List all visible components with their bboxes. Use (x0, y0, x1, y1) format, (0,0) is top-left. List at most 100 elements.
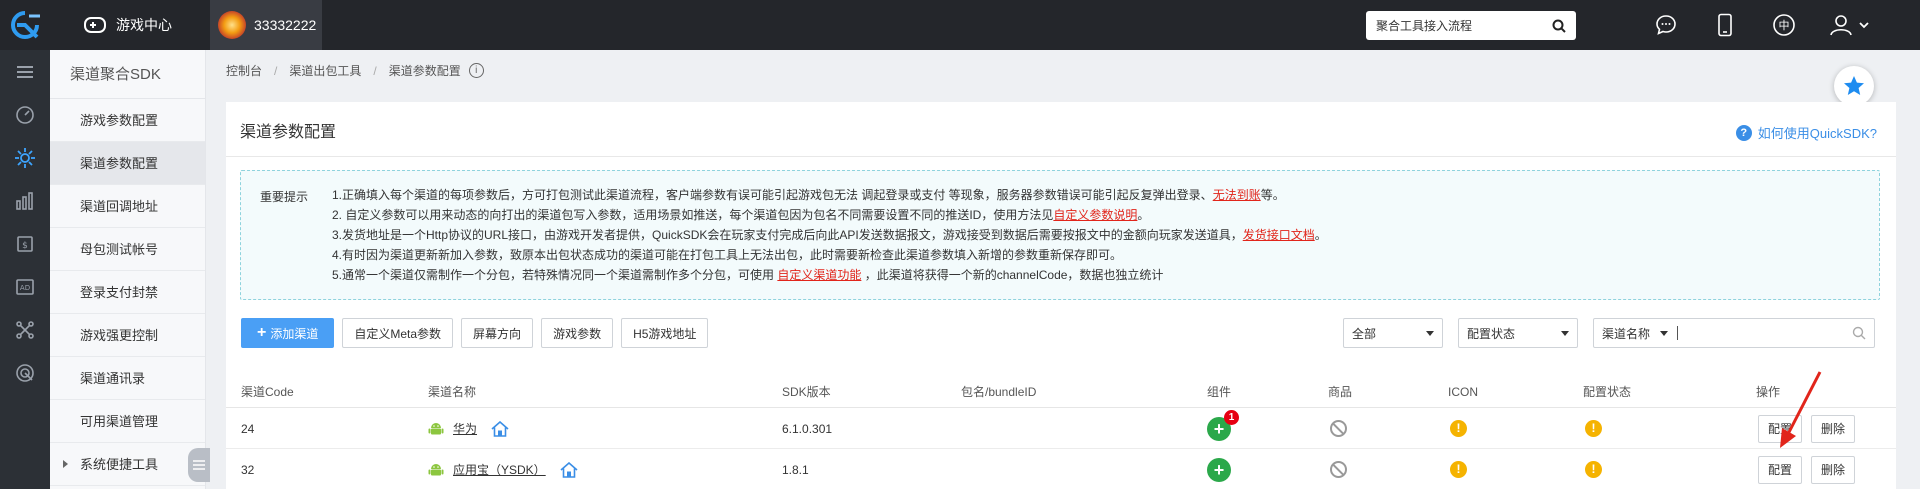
android-icon (428, 463, 444, 475)
subnav-item-system-tools[interactable]: 系统便捷工具 (50, 443, 205, 486)
custom-meta-button[interactable]: 自定义Meta参数 (342, 318, 454, 348)
component-cell: +1 (1207, 409, 1239, 448)
subnav-item-game-params[interactable]: 游戏参数配置 (50, 99, 205, 142)
link-no-arrival[interactable]: 无法到账 (1213, 188, 1261, 202)
svg-text:AD: AD (20, 284, 30, 292)
channel-name-link[interactable]: 应用宝（YSDK） (453, 461, 546, 478)
screen-orientation-button[interactable]: 屏幕方向 (461, 318, 534, 348)
notice-label: 重要提示 (260, 190, 309, 204)
help-link[interactable]: ? 如何使用QuickSDK? (1735, 123, 1877, 142)
subnav-item-test-account[interactable]: 母包测试帐号 (50, 228, 205, 271)
table-header: 渠道Code 渠道名称 SDK版本 包名/bundleID 组件 商品 ICON… (226, 376, 1896, 408)
subnav-item-ban[interactable]: 登录支付封禁 (50, 271, 205, 314)
warning-icon: ! (1585, 461, 1602, 478)
service-icon[interactable] (0, 351, 50, 394)
col-name: 渠道名称 (428, 385, 477, 399)
breadcrumb-separator: / (373, 63, 377, 78)
collapse-icon (193, 460, 205, 470)
subnav-item-contacts[interactable]: 渠道通讯录 (50, 357, 205, 400)
channel-name-link[interactable]: 华为 (453, 420, 477, 437)
icon-cell: ! (1450, 450, 1467, 489)
dashboard-icon[interactable] (0, 93, 50, 136)
game-id: 33332222 (254, 17, 317, 33)
warning-icon: ! (1450, 420, 1467, 437)
home-icon[interactable] (560, 461, 578, 478)
channel-code: 24 (241, 421, 255, 436)
main-panel: 渠道参数配置 ? 如何使用QuickSDK? 重要提示 1.正确填入每个渠道的每… (226, 102, 1896, 489)
col-status: 配置状态 (1583, 385, 1632, 399)
channel-search: 渠道名称 (1593, 318, 1875, 348)
current-game-tab[interactable]: 33332222 (210, 0, 322, 50)
ad-icon[interactable]: AD (0, 265, 50, 308)
add-component-button[interactable]: +1 (1207, 409, 1239, 441)
col-pkg: 包名/bundleID (961, 385, 1037, 399)
col-icon: ICON (1448, 384, 1478, 399)
search-icon[interactable] (1852, 326, 1866, 340)
android-icon (428, 422, 444, 434)
statistics-icon[interactable] (0, 179, 50, 222)
subnav-item-channel-params[interactable]: 渠道参数配置 (50, 142, 205, 185)
icon-rail: $ AD (0, 50, 50, 489)
status-cell: ! (1585, 409, 1602, 448)
filters: 全部 配置状态 渠道名称 (1343, 318, 1875, 348)
all-select[interactable]: 全部 (1343, 318, 1443, 348)
search-icon[interactable] (1552, 19, 1566, 33)
channel-code: 32 (241, 462, 255, 477)
favorite-button[interactable] (1834, 66, 1874, 106)
component-count-badge: 1 (1224, 409, 1239, 425)
icon-cell: ! (1450, 409, 1467, 448)
page-title: 渠道参数配置 (240, 124, 337, 141)
svg-text:$: $ (22, 241, 28, 251)
sdk-icon[interactable] (0, 136, 50, 179)
link-custom-channel[interactable]: 自定义渠道功能 (777, 268, 861, 282)
game-center-link[interactable]: 游戏中心 (84, 0, 172, 50)
tools-icon[interactable] (0, 308, 50, 351)
col-ops: 操作 (1756, 385, 1781, 399)
h5-url-button[interactable]: H5游戏地址 (621, 318, 709, 348)
subnav-item-callback-url[interactable]: 渠道回调地址 (50, 185, 205, 228)
add-component-button[interactable]: + (1207, 457, 1231, 482)
top-icons: 中 (1650, 0, 1902, 50)
subnav-item-system-tools-label: 系统便捷工具 (80, 457, 159, 472)
game-params-button[interactable]: 游戏参数 (541, 318, 614, 348)
top-search-input[interactable] (1376, 18, 1552, 33)
notice-line-2: 2. 自定义参数可以用来动态的向打出的渠道包写入参数，适用场景如推送，每个渠道包… (332, 208, 1150, 222)
subnav-item-available-channels[interactable]: 可用渠道管理 (50, 400, 205, 443)
sdk-version: 1.8.1 (782, 462, 809, 477)
info-icon[interactable]: i (468, 63, 484, 78)
top-search-box (1366, 11, 1576, 40)
game-center-label: 游戏中心 (116, 17, 172, 33)
important-notice: 重要提示 1.正确填入每个渠道的每项参数后，方可打包测试此渠道流程，客户端参数有… (240, 170, 1880, 300)
user-menu[interactable] (1827, 9, 1875, 41)
channel-search-input[interactable] (1684, 326, 1852, 340)
notice-line-4: 4.有时因为渠道更新新加入参数，致原本出包状态成功的渠道可能在打包工具上无法出包… (332, 248, 1123, 262)
menu-toggle-icon[interactable] (0, 50, 50, 93)
notice-lines: 1.正确填入每个渠道的每项参数后，方可打包测试此渠道流程，客户端参数有误可能引起… (332, 188, 1327, 288)
config-button[interactable]: 配置 (1758, 455, 1803, 484)
sub-navigation: 渠道聚合SDK 游戏参数配置 渠道参数配置 渠道回调地址 母包测试帐号 登录支付… (50, 50, 206, 489)
component-cell: + (1207, 450, 1231, 489)
channel-name-select[interactable]: 渠道名称 (1602, 325, 1650, 342)
breadcrumb-console[interactable]: 控制台 (226, 62, 262, 79)
delete-button[interactable]: 删除 (1811, 455, 1856, 484)
language-icon[interactable]: 中 (1768, 9, 1800, 41)
subnav-item-force-update[interactable]: 游戏强更控制 (50, 314, 205, 357)
link-custom-params[interactable]: 自定义参数说明 (1053, 208, 1137, 222)
quicksdk-logo[interactable] (0, 0, 50, 50)
chevron-down-icon (1660, 330, 1669, 336)
subnav-title: 渠道聚合SDK (50, 50, 205, 99)
mobile-icon[interactable] (1709, 9, 1741, 41)
finance-icon[interactable]: $ (0, 222, 50, 265)
collapse-handle[interactable] (188, 448, 210, 482)
breadcrumb-current: 渠道参数配置 (388, 64, 461, 78)
user-icon (1830, 15, 1869, 36)
table-row: 24 华为 6.1.0.301 +1 ! ! 配置 删除 (226, 409, 1896, 449)
home-icon[interactable] (491, 420, 509, 437)
message-icon[interactable] (1650, 9, 1682, 41)
config-status-select[interactable]: 配置状态 (1458, 318, 1578, 348)
link-delivery-doc[interactable]: 发货接口文档 (1243, 228, 1315, 242)
breadcrumb-packaging-tool[interactable]: 渠道出包工具 (289, 62, 361, 79)
add-channel-button[interactable]: + 添加渠道 (241, 318, 335, 348)
col-sdk: SDK版本 (782, 385, 831, 399)
gamepad-icon (84, 17, 106, 33)
